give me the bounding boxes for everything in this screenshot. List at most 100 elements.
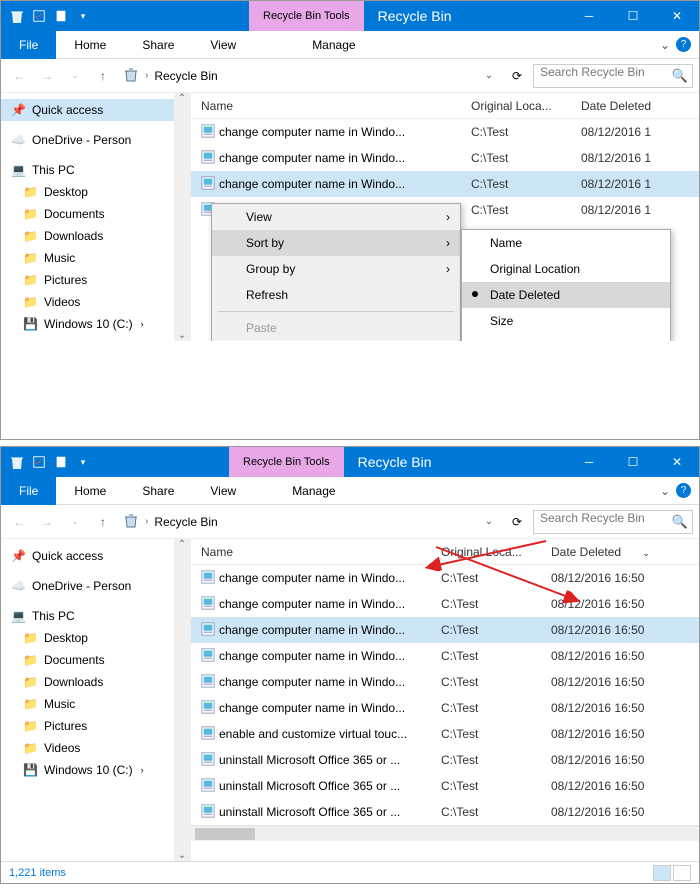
horizontal-scrollbar[interactable] (191, 825, 699, 841)
breadcrumb[interactable]: Recycle Bin (154, 515, 217, 529)
minimize-button[interactable]: ─ (567, 447, 611, 477)
sidebar-item-pictures[interactable]: 📁Pictures (1, 715, 190, 737)
table-row[interactable]: change computer name in Windo...C:\Test0… (191, 119, 699, 145)
forward-button[interactable]: → (35, 510, 59, 534)
refresh-button[interactable]: ⟳ (505, 515, 529, 529)
chevron-right-icon[interactable]: › (141, 765, 144, 775)
qat-dropdown-icon[interactable]: ▾ (75, 454, 91, 470)
sidebar-item-documents[interactable]: 📁Documents (1, 203, 190, 225)
tab-manage[interactable]: Manage (274, 477, 353, 505)
forward-button[interactable]: → (35, 64, 59, 88)
chevron-right-icon[interactable]: › (145, 70, 148, 81)
sidebar-item-downloads[interactable]: 📁Downloads (1, 671, 190, 693)
sidebar-item-cdrive[interactable]: 💾Windows 10 (C:)› (1, 313, 190, 335)
submenu-item-item-type[interactable]: Item type (462, 334, 670, 341)
refresh-button[interactable]: ⟳ (505, 69, 529, 83)
table-row[interactable]: uninstall Microsoft Office 365 or ...C:\… (191, 799, 699, 825)
sidebar-item-onedrive[interactable]: ☁️ OneDrive - Person (1, 575, 190, 597)
up-button[interactable]: ↑ (91, 510, 115, 534)
sidebar-item-this-pc[interactable]: 💻 This PC (1, 159, 190, 181)
search-input[interactable]: Search Recycle Bin 🔍 (533, 64, 693, 88)
qat-dropdown-icon[interactable]: ▾ (75, 8, 91, 24)
sidebar-item-desktop[interactable]: 📁Desktop (1, 181, 190, 203)
properties-icon[interactable] (31, 454, 47, 470)
sidebar-item-pictures[interactable]: 📁Pictures (1, 269, 190, 291)
table-row[interactable]: change computer name in Windo...C:\Test0… (191, 171, 699, 197)
chevron-right-icon[interactable]: › (141, 319, 144, 329)
tab-share[interactable]: Share (124, 31, 192, 59)
sidebar-item-videos[interactable]: 📁Videos (1, 291, 190, 313)
menu-item-sort-by[interactable]: Sort by› (212, 230, 460, 256)
back-button[interactable]: ← (7, 64, 31, 88)
ribbon-expand-icon[interactable]: ⌄ (660, 484, 670, 498)
table-row[interactable]: uninstall Microsoft Office 365 or ...C:\… (191, 773, 699, 799)
tab-view[interactable]: View (192, 477, 254, 505)
sidebar-scrollbar[interactable]: ⌃⌄ (174, 539, 190, 861)
table-row[interactable]: change computer name in Windo...C:\Test0… (191, 695, 699, 721)
details-view-icon[interactable] (653, 865, 671, 881)
chevron-right-icon[interactable]: › (145, 516, 148, 527)
qat-new-folder-icon[interactable] (53, 8, 69, 24)
table-row[interactable]: change computer name in Windo...C:\Test0… (191, 145, 699, 171)
table-row[interactable]: change computer name in Windo...C:\Test0… (191, 669, 699, 695)
close-button[interactable]: ✕ (655, 1, 699, 31)
submenu-item-original-location[interactable]: Original Location (462, 256, 670, 282)
sidebar-item-onedrive[interactable]: ☁️ OneDrive - Person (1, 129, 190, 151)
table-row[interactable]: change computer name in Windo...C:\Test0… (191, 617, 699, 643)
sidebar-item-videos[interactable]: 📁Videos (1, 737, 190, 759)
column-date-deleted[interactable]: Date Deleted (581, 99, 699, 113)
maximize-button[interactable]: ☐ (611, 447, 655, 477)
sidebar-item-music[interactable]: 📁Music (1, 693, 190, 715)
menu-item-view[interactable]: View› (212, 204, 460, 230)
breadcrumb[interactable]: Recycle Bin (154, 69, 217, 83)
submenu-item-name[interactable]: Name (462, 230, 670, 256)
help-icon[interactable]: ? (676, 37, 691, 52)
address-dropdown[interactable]: ⌄ (477, 64, 501, 88)
view-switcher[interactable] (653, 865, 691, 881)
menu-item-group-by[interactable]: Group by› (212, 256, 460, 282)
menu-item-refresh[interactable]: Refresh (212, 282, 460, 308)
sidebar-scrollbar[interactable]: ⌃⌄ (174, 93, 190, 341)
address-bar[interactable]: › Recycle Bin (119, 512, 473, 531)
submenu-item-date-deleted[interactable]: Date Deleted (462, 282, 670, 308)
maximize-button[interactable]: ☐ (611, 1, 655, 31)
submenu-item-size[interactable]: Size (462, 308, 670, 334)
large-icons-view-icon[interactable] (673, 865, 691, 881)
column-name[interactable]: Name (201, 545, 441, 559)
help-icon[interactable]: ? (676, 483, 691, 498)
scrollbar-thumb[interactable] (195, 828, 255, 840)
sidebar-item-cdrive[interactable]: 💾Windows 10 (C:)› (1, 759, 190, 781)
sidebar-item-downloads[interactable]: 📁Downloads (1, 225, 190, 247)
up-button[interactable]: ↑ (91, 64, 115, 88)
sidebar-item-desktop[interactable]: 📁Desktop (1, 627, 190, 649)
tab-file[interactable]: File (1, 31, 56, 59)
address-bar[interactable]: › Recycle Bin (119, 66, 473, 85)
tab-manage[interactable]: Manage (294, 31, 373, 59)
qat-new-folder-icon[interactable] (53, 454, 69, 470)
tab-home[interactable]: Home (56, 477, 124, 505)
recent-dropdown[interactable]: ⌄ (63, 510, 87, 534)
column-headers[interactable]: Name Original Loca... Date Deleted (191, 93, 699, 119)
sidebar-item-documents[interactable]: 📁Documents (1, 649, 190, 671)
sidebar-item-music[interactable]: 📁Music (1, 247, 190, 269)
tab-share[interactable]: Share (124, 477, 192, 505)
close-button[interactable]: ✕ (655, 447, 699, 477)
recent-dropdown[interactable]: ⌄ (63, 64, 87, 88)
sidebar-item-quick-access[interactable]: 📌 Quick access (1, 99, 190, 121)
properties-icon[interactable] (31, 8, 47, 24)
sidebar-item-quick-access[interactable]: 📌 Quick access (1, 545, 190, 567)
address-dropdown[interactable]: ⌄ (477, 510, 501, 534)
back-button[interactable]: ← (7, 510, 31, 534)
minimize-button[interactable]: ─ (567, 1, 611, 31)
search-input[interactable]: Search Recycle Bin 🔍 (533, 510, 693, 534)
sidebar-item-this-pc[interactable]: 💻 This PC (1, 605, 190, 627)
tab-home[interactable]: Home (56, 31, 124, 59)
table-row[interactable]: change computer name in Windo...C:\Test0… (191, 643, 699, 669)
ribbon-expand-icon[interactable]: ⌄ (660, 38, 670, 52)
tab-view[interactable]: View (192, 31, 254, 59)
column-name[interactable]: Name (201, 99, 471, 113)
table-row[interactable]: uninstall Microsoft Office 365 or ...C:\… (191, 747, 699, 773)
column-original-location[interactable]: Original Loca... (471, 99, 581, 113)
table-row[interactable]: enable and customize virtual touc...C:\T… (191, 721, 699, 747)
tab-file[interactable]: File (1, 477, 56, 505)
